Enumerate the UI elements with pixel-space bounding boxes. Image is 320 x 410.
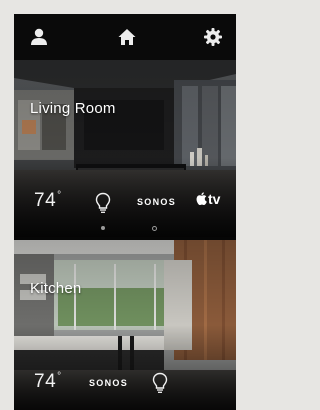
room-name: Living Room — [30, 100, 116, 117]
page-dot-active[interactable] — [101, 226, 105, 230]
page-dot-inactive[interactable] — [152, 226, 157, 231]
temperature-reading[interactable]: 74° — [34, 371, 62, 393]
apple-icon — [196, 192, 207, 206]
light-bulb-icon[interactable] — [152, 372, 168, 394]
sonos-button[interactable]: SONOS — [137, 197, 176, 207]
temperature-reading[interactable]: 74° — [34, 190, 62, 212]
temperature-value: 74 — [34, 371, 57, 392]
tv-label: tv — [208, 191, 221, 207]
light-bulb-icon[interactable] — [95, 192, 111, 214]
apple-tv-button[interactable]: tv — [196, 191, 220, 207]
home-icon[interactable] — [116, 26, 138, 48]
top-navigation-bar — [14, 14, 236, 60]
sonos-button[interactable]: SONOS — [89, 378, 128, 388]
temperature-value: 74 — [34, 190, 57, 211]
user-icon[interactable] — [28, 26, 50, 48]
temperature-unit: ° — [57, 190, 62, 201]
temperature-unit: ° — [57, 371, 62, 382]
room-card-living-room[interactable]: Living Room 74° SONOS tv — [14, 60, 236, 237]
gear-icon[interactable] — [202, 26, 224, 48]
app-window: Living Room 74° SONOS tv Kitchen 74° SON… — [14, 14, 236, 410]
room-card-kitchen[interactable]: Kitchen 74° SONOS — [14, 240, 236, 410]
room-name: Kitchen — [30, 280, 82, 297]
